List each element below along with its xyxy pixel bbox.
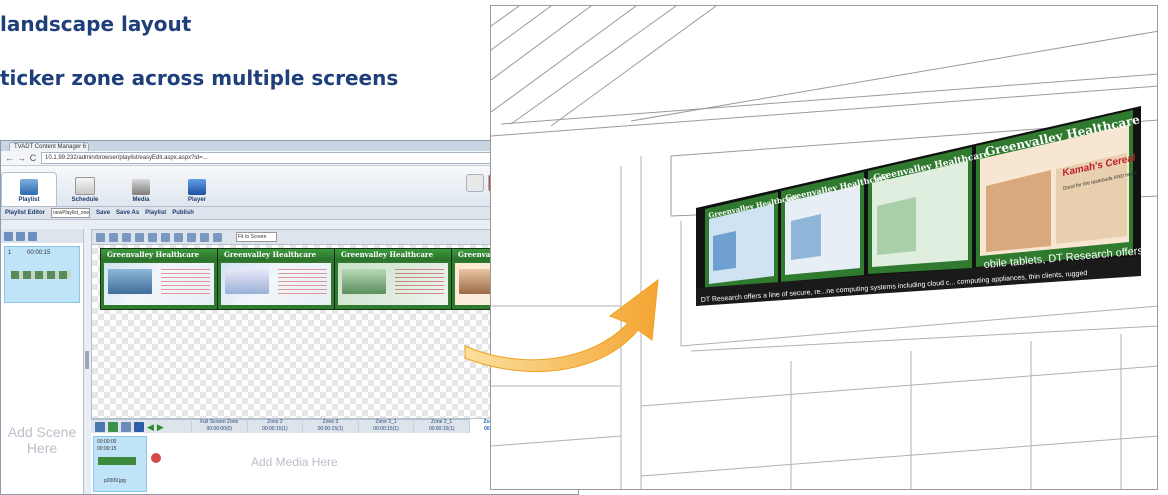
zone-tab[interactable]: Zone 2 00:00:15(1): [246, 419, 303, 433]
zone-name: Zone 3: [322, 419, 339, 425]
browser-tab[interactable]: TVADT Content Manager 6: [9, 142, 89, 151]
playlist-editor-label: Playlist Editor: [5, 210, 46, 216]
tab-player-label: Player: [187, 197, 206, 203]
add-media-icon[interactable]: [95, 422, 105, 432]
prev-zone-icon[interactable]: ◀: [147, 422, 154, 433]
zone-name: Zone 3_1: [375, 419, 397, 425]
scene-panel: 1 00:00:15 Add Scene Here: [1, 229, 84, 494]
monitor-icon: [188, 179, 206, 195]
playlist-name-input[interactable]: newPlaylist_one: [51, 208, 91, 218]
calendar-icon: [75, 177, 95, 195]
image-tool-icon[interactable]: [135, 232, 144, 242]
ticker-tool-icon[interactable]: [122, 232, 131, 242]
text-tool-icon[interactable]: [109, 232, 118, 242]
zone-tool-icon[interactable]: [96, 232, 105, 242]
tab-player[interactable]: Player: [169, 172, 225, 206]
video-wall-drawing: Greenvalley Healthcare Greenvalley Healt…: [491, 6, 1157, 489]
media-icon: [132, 179, 150, 195]
screen-panel-1[interactable]: Greenvalley Healthcare: [101, 249, 218, 309]
scene-thumbnail: [11, 271, 71, 279]
media-file: p2009.jpg: [104, 478, 126, 484]
delete-tool-icon[interactable]: [148, 232, 157, 242]
caption-landscape-layout: landscape layout: [0, 12, 192, 36]
image-icon[interactable]: [108, 422, 118, 432]
video-wall-illustration: Greenvalley Healthcare Greenvalley Healt…: [490, 5, 1158, 490]
screen-panel-3[interactable]: Greenvalley Healthcare: [335, 249, 452, 309]
tab-schedule[interactable]: Schedule: [57, 172, 113, 206]
save-button[interactable]: Save: [96, 210, 110, 216]
panel-header: Greenvalley Healthcare: [101, 249, 217, 261]
media-duration: 00:00:15: [97, 446, 117, 452]
video-icon[interactable]: [134, 422, 144, 432]
align-icon[interactable]: [187, 232, 196, 242]
add-scene-placeholder[interactable]: Add Scene Here: [1, 424, 83, 456]
zone-time: 00:00:15(1): [317, 426, 344, 432]
media-thumbnail: [98, 457, 136, 465]
save-as-button[interactable]: Save As: [116, 210, 139, 216]
copy-scene-icon[interactable]: [16, 231, 25, 241]
settings-icon[interactable]: [466, 174, 484, 192]
zone-name: Zone 2: [267, 419, 283, 425]
zone-tab[interactable]: Zone 3_1 00:00:15(1): [357, 419, 414, 433]
screen-panel-2[interactable]: Greenvalley Healthcare: [218, 249, 335, 309]
undo-icon[interactable]: [161, 232, 170, 242]
zone-time: 00:00:00(0): [206, 426, 233, 432]
zone-tab[interactable]: Zone 3 00:00:15(1): [302, 419, 358, 433]
tab-playlist[interactable]: Playlist: [1, 172, 57, 206]
playlist-icon: [20, 179, 38, 195]
scene-item[interactable]: 1 00:00:15: [4, 246, 80, 303]
tab-playlist-label: Playlist: [18, 197, 40, 203]
snap-icon[interactable]: [213, 232, 222, 242]
grid-icon[interactable]: [200, 232, 209, 242]
add-scene-icon[interactable]: [4, 231, 13, 241]
media-card[interactable]: 00:00:00 00:00:15 p2009.jpg: [93, 436, 147, 492]
curved-arrow-icon: [464, 278, 659, 372]
zone-time: 00:00:15(1): [262, 426, 288, 432]
media-time: 00:00:00: [97, 439, 117, 445]
add-media-placeholder[interactable]: Add Media Here: [251, 455, 338, 469]
url-field[interactable]: 10.1.99.232/admin/browser/playlist/easyE…: [41, 152, 562, 164]
zone-tab[interactable]: Zone 2_1 00:00:15(1): [413, 419, 469, 433]
forward-icon[interactable]: →: [17, 153, 26, 163]
playlist-button[interactable]: Playlist: [145, 210, 166, 216]
zone-time: 00:00:15(1): [373, 426, 399, 432]
redo-icon[interactable]: [174, 232, 183, 242]
tab-media-label: Media: [132, 197, 150, 203]
caption-ticker-zone: ticker zone across multiple screens: [0, 66, 399, 90]
publish-button[interactable]: Publish: [172, 210, 194, 216]
remove-media-icon[interactable]: [151, 453, 161, 463]
scene-toolbar: [1, 229, 83, 243]
zone-name: Full Screen Zone: [200, 419, 239, 425]
delete-scene-icon[interactable]: [28, 231, 37, 241]
back-icon[interactable]: ←: [5, 153, 14, 163]
reload-icon[interactable]: C: [29, 153, 37, 163]
tab-schedule-label: Schedule: [71, 197, 99, 203]
tab-media[interactable]: Media: [113, 172, 169, 206]
zone-tab[interactable]: Full Screen Zone 00:00:00(0): [191, 419, 247, 433]
panel-header: Greenvalley Healthcare: [218, 249, 334, 261]
scene-index: 1: [8, 250, 12, 256]
fit-select[interactable]: Fit to Screen: [236, 232, 277, 242]
panel-header: Greenvalley Healthcare: [335, 249, 451, 261]
next-zone-icon[interactable]: ▶: [157, 422, 164, 433]
list-icon[interactable]: [121, 422, 131, 432]
scene-duration: 00:00:15: [27, 250, 51, 256]
zone-name: Zone 2_1: [431, 419, 453, 425]
splitter-handle[interactable]: [85, 351, 89, 369]
zone-time: 00:00:15(1): [428, 426, 455, 432]
